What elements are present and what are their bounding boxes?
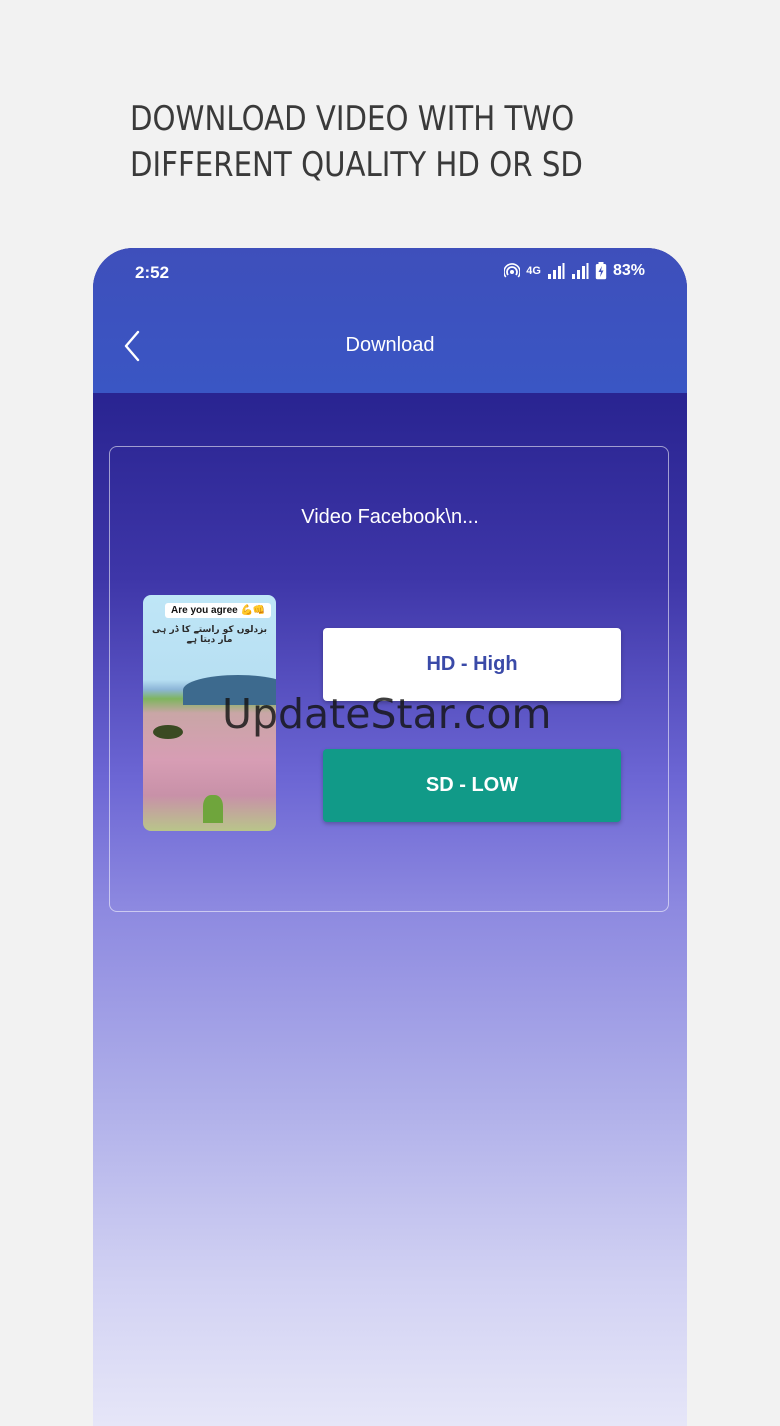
status-icons: 4G 83%	[504, 262, 645, 280]
promo-line-2: DIFFERENT QUALITY HD OR SD	[130, 145, 583, 185]
thumbnail-hill	[183, 675, 276, 705]
promo-headline: DOWNLOAD VIDEO WITH TWO DIFFERENT QUALIT…	[130, 96, 612, 188]
hd-download-button[interactable]: HD - High	[323, 628, 621, 701]
battery-charging-icon	[595, 262, 607, 280]
battery-level: 83%	[612, 262, 645, 279]
promo-line-1: DOWNLOAD VIDEO WITH TWO	[130, 99, 575, 139]
page-title: Download	[345, 334, 435, 356]
thumbnail-caption: Are you agree 💪👊	[165, 603, 272, 618]
status-time: 2:52	[135, 263, 170, 282]
thumbnail-subtitle: بزدلوں کو راستے کا ڈر ہی مار دیتا ہے	[151, 625, 268, 645]
network-type: 4G	[526, 265, 541, 277]
signal-icon	[547, 263, 565, 279]
thumbnail-grass	[203, 795, 223, 823]
thumbnail-bush	[153, 725, 183, 739]
sd-download-button[interactable]: SD - LOW	[323, 749, 621, 822]
app-bar: 2:52 4G 83% Download	[93, 248, 687, 393]
signal-icon	[571, 263, 589, 279]
phone-screen: 2:52 4G 83% Download Video Facebook\n...…	[93, 248, 687, 1426]
video-thumbnail: Are you agree 💪👊 بزدلوں کو راستے کا ڈر ہ…	[143, 595, 276, 831]
hotspot-icon	[504, 263, 521, 279]
download-card: Video Facebook\n... Are you agree 💪👊 بزد…	[109, 446, 669, 912]
video-title: Video Facebook\n...	[301, 506, 479, 528]
